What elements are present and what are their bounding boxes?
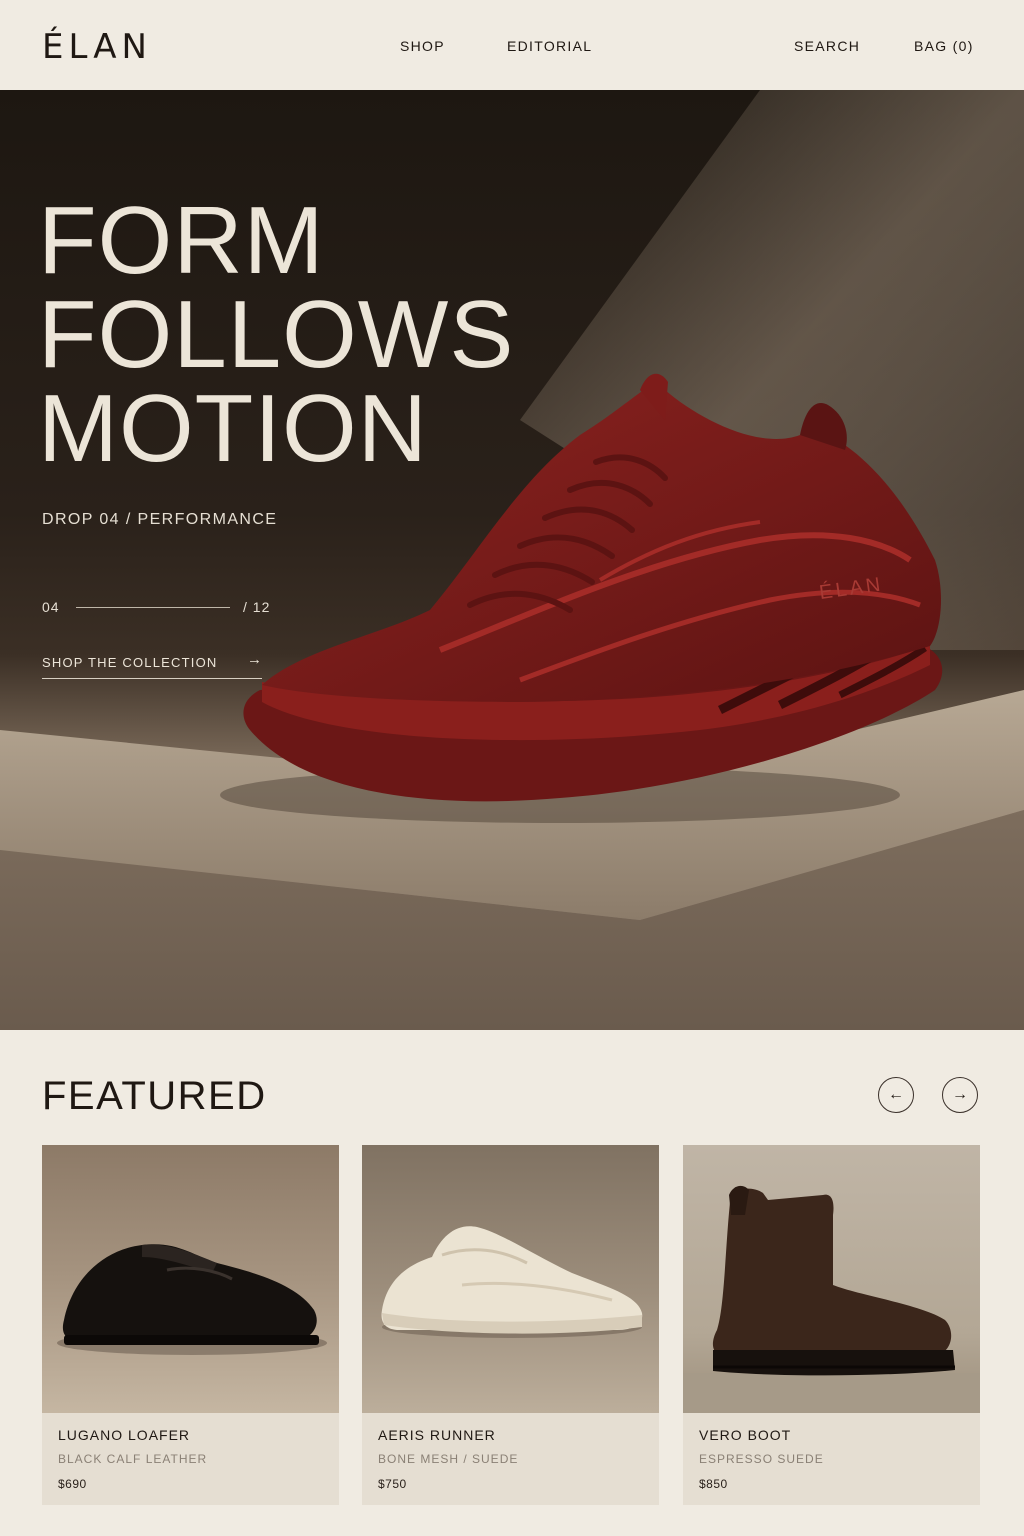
product-material: BONE MESH / SUEDE [378, 1452, 519, 1466]
product-image [683, 1145, 980, 1413]
nav-editorial[interactable]: EDITORIAL [507, 38, 592, 54]
shop-collection-label: SHOP THE COLLECTION [42, 655, 218, 670]
product-card-vero[interactable]: VERO BOOT ESPRESSO SUEDE $850 [683, 1145, 980, 1505]
product-card-aeris[interactable]: AERIS RUNNER BONE MESH / SUEDE $750 [362, 1145, 659, 1505]
product-price: $690 [58, 1477, 87, 1491]
product-material: BLACK CALF LEATHER [58, 1452, 208, 1466]
arrow-right-icon: → [247, 651, 262, 668]
hero-title: FORM FOLLOWS MOTION [38, 187, 515, 482]
brand-logo[interactable]: ÉLAN [42, 27, 152, 67]
site-header: ÉLAN SHOP EDITORIAL SEARCH BAG (0) [0, 0, 1024, 90]
product-price: $750 [378, 1477, 407, 1491]
featured-heading: FEATURED [42, 1074, 267, 1118]
product-name: LUGANO LOAFER [58, 1427, 191, 1443]
product-image [362, 1145, 659, 1413]
nav-search[interactable]: SEARCH [794, 38, 860, 54]
hero-drop-label: DROP 04 / PERFORMANCE [42, 511, 278, 528]
product-name: AERIS RUNNER [378, 1427, 496, 1443]
product-image [42, 1145, 339, 1413]
product-material: ESPRESSO SUEDE [699, 1452, 824, 1466]
nav-bag[interactable]: BAG (0) [914, 38, 974, 54]
arrow-left-icon: ← [888, 1086, 904, 1103]
arrow-right-icon: → [952, 1086, 968, 1103]
slide-current: 04 [42, 599, 60, 615]
carousel-prev-button[interactable]: ← [878, 1077, 914, 1113]
shop-collection-link[interactable]: SHOP THE COLLECTION → [42, 651, 262, 679]
nav-shop[interactable]: SHOP [400, 38, 445, 54]
slide-progress-line [76, 607, 230, 608]
hero-banner: ÉLAN FORM FOLLOWS MOTION DROP 04 / PERFO… [0, 90, 1024, 1030]
product-name: VERO BOOT [699, 1427, 792, 1443]
product-card-lugano[interactable]: LUGANO LOAFER BLACK CALF LEATHER $690 [42, 1145, 339, 1505]
product-price: $850 [699, 1477, 728, 1491]
carousel-next-button[interactable]: → [942, 1077, 978, 1113]
slide-total: / 12 [243, 599, 271, 615]
